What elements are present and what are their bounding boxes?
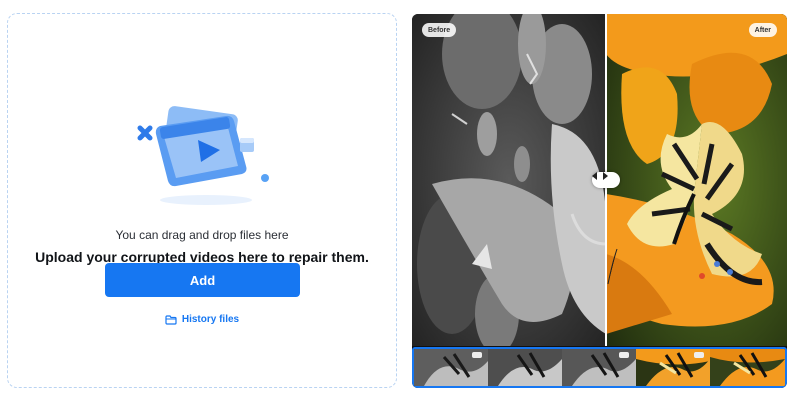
- video-file-icon: [137, 106, 269, 205]
- add-button[interactable]: Add: [105, 263, 300, 297]
- after-label: After: [748, 23, 777, 37]
- video-frames-filmstrip[interactable]: [412, 347, 787, 388]
- left-right-arrows-icon: [592, 172, 608, 180]
- filmstrip-frame-1: [414, 349, 488, 386]
- folder-icon: [165, 314, 177, 325]
- filmstrip-frame-5: [710, 349, 785, 386]
- before-label: Before: [422, 23, 457, 37]
- comparison-image: Before After: [412, 14, 787, 346]
- compare-slider-handle[interactable]: [592, 172, 620, 188]
- filmstrip-frame-2: [488, 349, 562, 386]
- video-upload-illustration: [128, 104, 278, 214]
- filmstrip-frame-3: [562, 349, 636, 386]
- history-files-label: History files: [181, 314, 240, 325]
- upload-dropzone[interactable]: You can drag and drop files here Upload …: [7, 13, 397, 388]
- after-image: [606, 14, 787, 346]
- filmstrip-frame-4: [636, 349, 710, 386]
- before-after-preview: Before After: [412, 14, 787, 388]
- drag-drop-hint: You can drag and drop files here: [115, 228, 289, 242]
- history-files-link[interactable]: History files: [8, 314, 396, 325]
- before-image: [412, 14, 606, 346]
